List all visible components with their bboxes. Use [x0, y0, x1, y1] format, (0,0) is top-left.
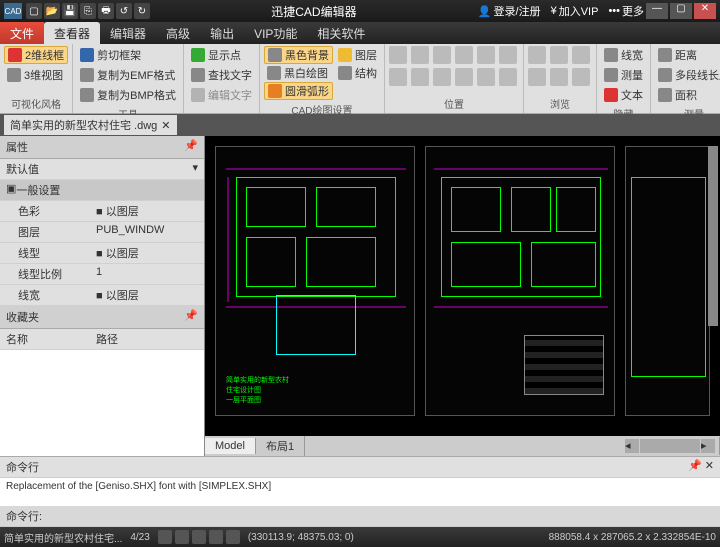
status-count: 4/23	[130, 532, 149, 543]
group-visual-style: 2维线框 3维视图 可视化风格	[0, 44, 73, 113]
app-title: 迅捷CAD编辑器	[150, 3, 478, 20]
status-zoom: 888058.4 x 287065.2 x 2.332854E-10	[549, 532, 716, 543]
property-row[interactable]: 线型■ 以图层	[0, 243, 204, 264]
ribbon: 2维线框 3维视图 可视化风格 剪切框架 复制为EMF格式 复制为BMP格式 工…	[0, 44, 720, 114]
group-tools: 剪切框架 复制为EMF格式 复制为BMP格式 工具	[73, 44, 184, 113]
general-settings-header[interactable]: ▣ 一般设置	[0, 180, 204, 201]
btn-smooth-arc[interactable]: 圆滑弧形	[264, 82, 333, 100]
command-bar: 命令行 📌 ✕ Replacement of the [Geniso.SHX] f…	[0, 456, 720, 527]
maximize-button[interactable]: ▢	[670, 3, 692, 19]
app-logo: CAD	[4, 3, 22, 19]
qat-open-icon[interactable]: 📂	[44, 3, 60, 19]
btn-measure[interactable]: 测量	[601, 66, 646, 84]
group-label: 测量	[655, 104, 720, 121]
group-browse: 浏览	[524, 44, 597, 113]
quick-access-toolbar: ▢ 📂 💾 ⎘ 🖶 ↺ ↻	[26, 3, 150, 19]
tab-model[interactable]: Model	[205, 438, 256, 454]
qat-save-icon[interactable]: 💾	[62, 3, 78, 19]
property-row[interactable]: 线宽■ 以图层	[0, 285, 204, 306]
tab-file[interactable]: 文件	[0, 22, 44, 44]
login-link[interactable]: 👤 登录/注册	[478, 3, 541, 19]
group-label: 浏览	[528, 94, 592, 111]
qat-print-icon[interactable]: 🖶	[98, 3, 114, 19]
tab-viewer[interactable]: 查看器	[44, 22, 100, 44]
btn-show-point[interactable]: 显示点	[188, 46, 255, 64]
qat-saveas-icon[interactable]: ⎘	[80, 3, 96, 19]
group-label: 隐藏	[601, 104, 646, 121]
btn-cut-frame[interactable]: 剪切框架	[77, 46, 179, 64]
tab-output[interactable]: 输出	[200, 22, 244, 44]
vip-link[interactable]: ¥ 加入VIP	[551, 3, 599, 19]
status-file: 简单实用的新型农村住宅...	[4, 530, 122, 545]
btn-copy-bmp[interactable]: 复制为BMP格式	[77, 86, 179, 104]
favorites-header: 名称路径	[0, 329, 204, 350]
cmd-title: 命令行	[6, 459, 39, 475]
default-value-row[interactable]: 默认值▾	[0, 159, 204, 180]
cmd-prompt[interactable]: 命令行:	[6, 508, 42, 524]
btn-find-text[interactable]: 查找文字	[188, 66, 255, 84]
titlebar: CAD ▢ 📂 💾 ⎘ 🖶 ↺ ↻ 迅捷CAD编辑器 👤 登录/注册 ¥ 加入V…	[0, 0, 720, 22]
tab-layout1[interactable]: 布局1	[256, 436, 305, 456]
btn-layers[interactable]: 图层	[335, 46, 380, 64]
document-tab[interactable]: 简单实用的新型农村住宅 .dwg✕	[4, 115, 177, 135]
qat-undo-icon[interactable]: ↺	[116, 3, 132, 19]
panel-title: 属性📌	[0, 136, 204, 159]
group-position: 位置	[385, 44, 524, 113]
cmd-log: Replacement of the [Geniso.SHX] font wit…	[0, 478, 720, 506]
tab-related[interactable]: 相关软件	[307, 22, 375, 44]
btn-distance[interactable]: 距离	[655, 46, 720, 64]
pin-icon[interactable]: 📌 ✕	[688, 459, 714, 475]
ribbon-tabs: 文件 查看器 编辑器 高级 输出 VIP功能 相关软件	[0, 22, 720, 44]
btn-text[interactable]: 文本	[601, 86, 646, 104]
vscrollbar[interactable]	[708, 146, 718, 326]
btn-polyline-length[interactable]: 多段线长度	[655, 66, 720, 84]
btn-2d-wireframe[interactable]: 2维线框	[4, 46, 68, 64]
qat-redo-icon[interactable]: ↻	[134, 3, 150, 19]
close-button[interactable]: ✕	[694, 3, 716, 19]
minimize-button[interactable]: —	[646, 3, 668, 19]
btn-structure[interactable]: 结构	[335, 64, 380, 82]
favorites-title: 收藏夹📌	[0, 306, 204, 329]
drawing-canvas[interactable]: 简单实用的新型农村住宅设计图一层平面图	[205, 136, 720, 436]
group-measure: 距离 多段线长度 面积 测量	[651, 44, 720, 113]
group-hide: 线宽 测量 文本 隐藏	[597, 44, 651, 113]
group-cad-settings: 黑色背景 黑白绘图 圆滑弧形 图层 结构 CAD绘图设置	[260, 44, 385, 113]
qat-new-icon[interactable]: ▢	[26, 3, 42, 19]
favorites-list[interactable]	[0, 350, 204, 456]
status-bar: 简单实用的新型农村住宅... 4/23 (330113.9; 48375.03;…	[0, 527, 720, 547]
property-row[interactable]: 色彩■ 以图层	[0, 201, 204, 222]
close-tab-icon[interactable]: ✕	[161, 119, 170, 132]
more-link[interactable]: ••• 更多	[608, 3, 644, 19]
tab-editor[interactable]: 编辑器	[100, 22, 156, 44]
btn-black-bg[interactable]: 黑色背景	[264, 46, 333, 64]
btn-bw-draw[interactable]: 黑白绘图	[264, 64, 333, 82]
btn-area[interactable]: 面积	[655, 86, 720, 104]
hscroll-arrows[interactable]: ◂▸	[615, 437, 720, 455]
tab-vip[interactable]: VIP功能	[244, 22, 307, 44]
property-row[interactable]: 线型比例1	[0, 264, 204, 285]
status-coords: (330113.9; 48375.03; 0)	[248, 532, 354, 543]
btn-edit-text[interactable]: 编辑文字	[188, 86, 255, 104]
canvas-area: 简单实用的新型农村住宅设计图一层平面图 Model 布局1 ◂▸	[205, 136, 720, 456]
workspace: 属性📌 默认值▾ ▣ 一般设置 色彩■ 以图层图层PUB_WINDW线型■ 以图…	[0, 136, 720, 456]
property-row[interactable]: 图层PUB_WINDW	[0, 222, 204, 243]
browse-icons[interactable]	[528, 46, 592, 94]
status-toggles[interactable]	[158, 530, 240, 544]
pin-icon[interactable]: 📌	[184, 309, 198, 325]
pin-icon[interactable]: 📌	[184, 139, 198, 155]
position-icons[interactable]	[389, 46, 519, 94]
properties-panel: 属性📌 默认值▾ ▣ 一般设置 色彩■ 以图层图层PUB_WINDW线型■ 以图…	[0, 136, 205, 456]
group-find: 显示点 查找文字 编辑文字	[184, 44, 260, 113]
group-label: CAD绘图设置	[264, 100, 380, 117]
btn-copy-emf[interactable]: 复制为EMF格式	[77, 66, 179, 84]
tab-advanced[interactable]: 高级	[156, 22, 200, 44]
btn-linewidth[interactable]: 线宽	[601, 46, 646, 64]
group-label: 位置	[389, 94, 519, 111]
layout-tabs: Model 布局1 ◂▸	[205, 436, 720, 456]
group-label: 可视化风格	[4, 94, 68, 111]
group-label	[188, 109, 255, 111]
btn-3d-view[interactable]: 3维视图	[4, 66, 68, 84]
